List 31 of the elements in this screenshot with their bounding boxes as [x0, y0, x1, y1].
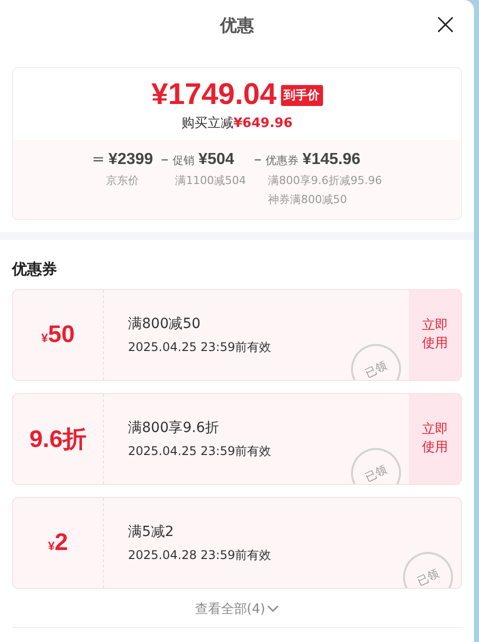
operator-sign: =	[92, 150, 105, 168]
breakdown-label: 优惠券	[266, 153, 299, 168]
section-title: 优惠券	[12, 260, 58, 279]
breakdown-note: 京东价	[104, 173, 140, 188]
coupon-value: 9.6折	[29, 425, 87, 455]
chevron-down-icon	[267, 605, 280, 613]
close-button[interactable]: ×	[428, 10, 462, 40]
breakdown-amount: ¥504	[198, 151, 234, 169]
breakdown-amount: ¥2399	[108, 151, 154, 169]
breakdown-note: 满800享9.6折减95.96	[267, 173, 382, 188]
operator-sign: –	[161, 150, 169, 168]
breakdown-note: 神券满800减50	[267, 192, 348, 207]
final-price: ¥1749.04	[151, 78, 277, 112]
coupon-value: ¥50	[41, 321, 75, 349]
use-now-button[interactable]: 立即使用	[409, 394, 461, 484]
operator-sign: –	[254, 150, 262, 168]
coupon-validity: 2025.04.28 23:59前有效	[128, 546, 272, 564]
dialog-title: 优惠	[220, 14, 254, 36]
breakdown-note: 满1100减504	[174, 173, 246, 188]
final-price-tag: 到手价	[280, 84, 323, 106]
coupon-title: 满5减2	[128, 522, 175, 540]
breakdown-amount: ¥145.96	[302, 151, 360, 169]
breakdown-label: 促销	[172, 153, 195, 168]
use-now-button[interactable]: 立即使用	[409, 290, 461, 380]
coupon-title: 满800减50	[128, 314, 202, 332]
coupon-validity: 2025.04.25 23:59前有效	[128, 442, 272, 460]
coupon-validity: 2025.04.25 23:59前有效	[128, 338, 272, 356]
coupon-value: ¥2	[48, 529, 68, 557]
coupon-title: 满800享9.6折	[128, 418, 220, 436]
saving-text: 购买立减¥649.96	[181, 115, 293, 132]
view-all-link[interactable]: 查看全部(4)	[188, 599, 286, 619]
